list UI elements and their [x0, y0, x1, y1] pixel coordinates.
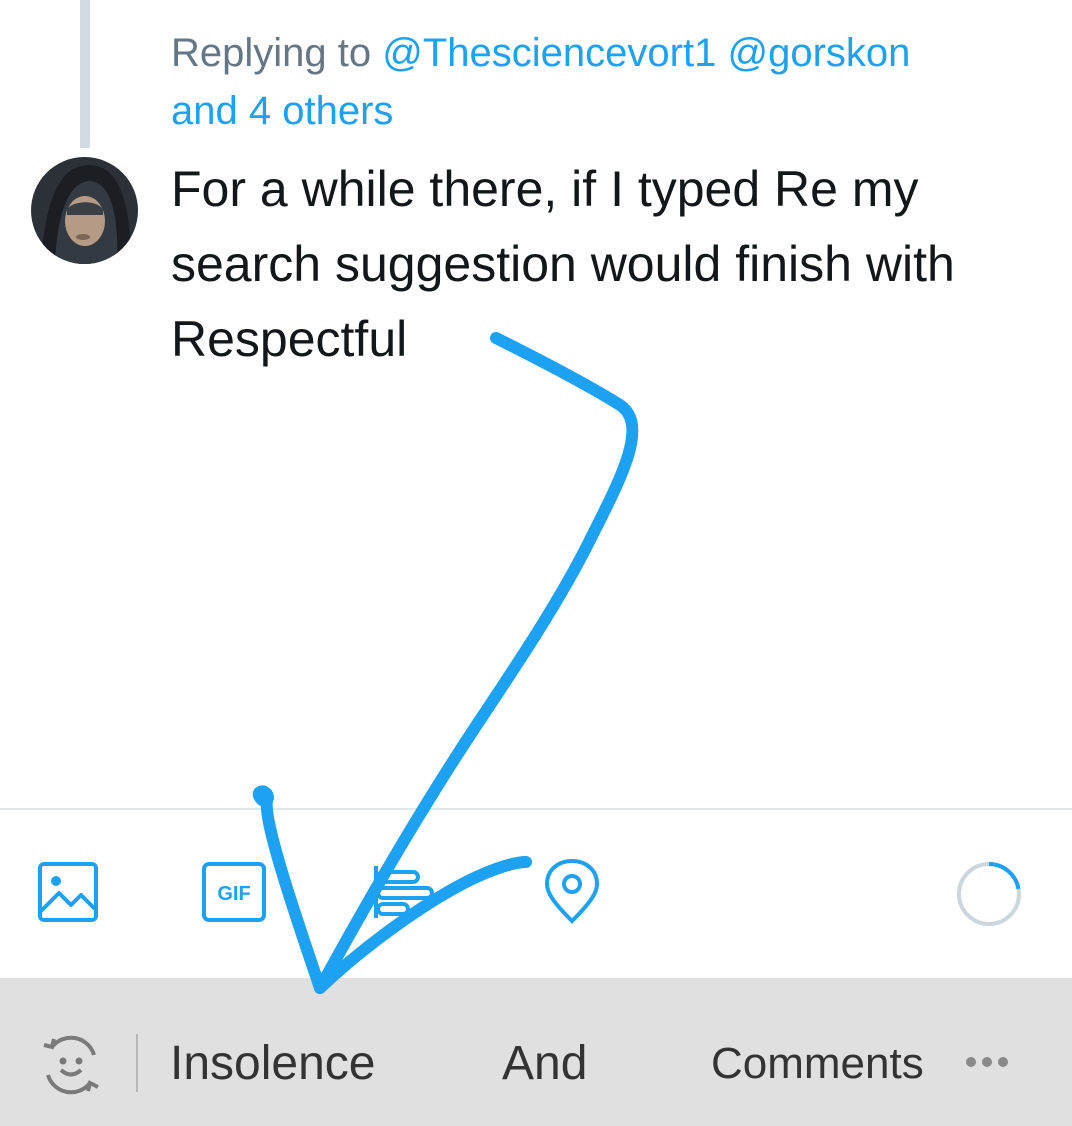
- add-gif-button[interactable]: GIF: [202, 860, 266, 924]
- more-icon: [998, 1057, 1008, 1067]
- reply-context: Replying to @Thesciencevort1 @gorskon an…: [171, 24, 1051, 140]
- tweet-text-line: Respectful: [171, 311, 408, 367]
- avatar[interactable]: [31, 157, 138, 264]
- more-icon: [966, 1057, 976, 1067]
- other-recipients-link[interactable]: and 4 others: [171, 89, 393, 133]
- suggestion-separator: [136, 1034, 138, 1092]
- replying-to-label: Replying to: [171, 31, 372, 75]
- suggestion-word-3[interactable]: Comments: [711, 1034, 924, 1094]
- composer-divider: [0, 808, 1072, 810]
- character-counter: [955, 860, 1023, 928]
- more-icon: [982, 1057, 992, 1067]
- tweet-composer-text[interactable]: For a while there, if I typed Re my sear…: [171, 152, 1051, 377]
- gif-label: GIF: [217, 883, 250, 905]
- mention-gorskon[interactable]: @gorskon: [727, 31, 910, 75]
- emoji-toggle-icon: [43, 1035, 99, 1095]
- tweet-text-line: For a while there, if I typed Re my: [171, 161, 919, 217]
- emoji-toggle-button[interactable]: [38, 1035, 104, 1102]
- suggestion-word-1[interactable]: Insolence: [170, 1034, 375, 1094]
- image-icon: [38, 862, 98, 922]
- more-suggestions-button[interactable]: [966, 1050, 1018, 1074]
- poll-icon: [374, 866, 434, 918]
- avatar-image: [31, 157, 138, 264]
- suggestion-word-2[interactable]: And: [502, 1034, 587, 1094]
- mention-thesciencevort1[interactable]: @Thesciencevort1: [382, 31, 716, 75]
- gif-icon: GIF: [202, 862, 266, 922]
- location-icon: [544, 859, 600, 924]
- tweet-text-line: search suggestion would finish with: [171, 236, 955, 292]
- progress-ring-icon: [957, 862, 1021, 926]
- thread-line: [80, 0, 90, 148]
- add-location-button[interactable]: [540, 859, 604, 924]
- add-image-button[interactable]: [36, 860, 100, 924]
- add-poll-button[interactable]: [370, 860, 434, 924]
